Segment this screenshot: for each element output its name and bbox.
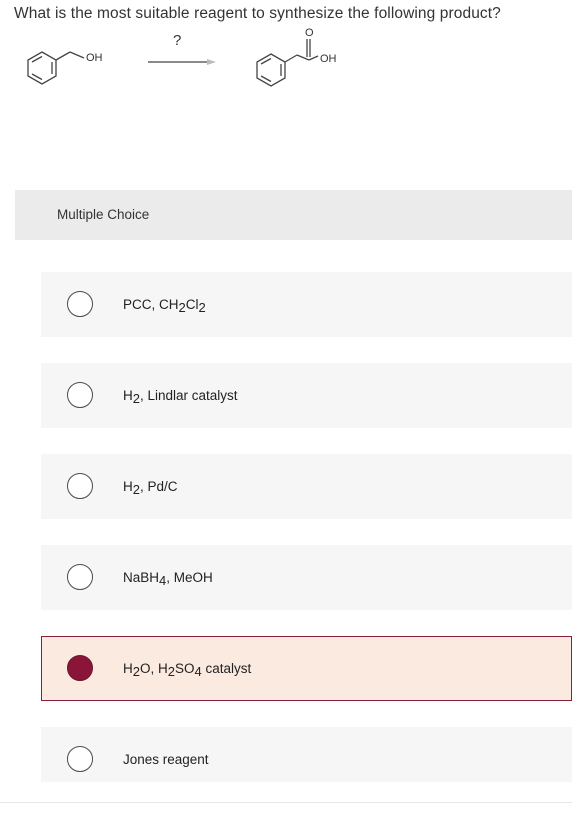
- choice-label: H2, Pd/C: [123, 479, 178, 497]
- radio-button[interactable]: [67, 564, 93, 590]
- choice-option-1[interactable]: PCC, CH2Cl2: [41, 272, 572, 337]
- divider: [0, 802, 572, 803]
- choice-label: NaBH4, MeOH: [123, 570, 213, 588]
- choice-label: Jones reagent: [123, 752, 209, 767]
- choice-label: H2, Lindlar catalyst: [123, 388, 238, 406]
- question-text: What is the most suitable reagent to syn…: [14, 5, 501, 22]
- radio-button[interactable]: [67, 655, 93, 681]
- reaction-scheme: OH ? O OH: [0, 22, 572, 102]
- reactant-structure: [27, 51, 85, 85]
- radio-button[interactable]: [67, 382, 93, 408]
- radio-button[interactable]: [67, 473, 93, 499]
- reagent-placeholder: ?: [173, 32, 181, 49]
- radio-button[interactable]: [67, 746, 93, 772]
- multiple-choice-header: Multiple Choice: [15, 190, 572, 240]
- choice-option-5[interactable]: H2O, H2SO4 catalyst: [41, 636, 572, 701]
- radio-button[interactable]: [67, 291, 93, 317]
- product-oh-label: OH: [320, 53, 337, 65]
- choice-option-4[interactable]: NaBH4, MeOH: [41, 545, 572, 610]
- reaction-arrow: [148, 59, 216, 65]
- product-structure: [256, 39, 319, 87]
- choice-option-3[interactable]: H2, Pd/C: [41, 454, 572, 519]
- product-carbonyl-o: O: [305, 27, 314, 39]
- multiple-choice-label: Multiple Choice: [57, 207, 150, 222]
- choice-option-2[interactable]: H2, Lindlar catalyst: [41, 363, 572, 428]
- choice-label: PCC, CH2Cl2: [123, 297, 206, 315]
- reactant-oh-label: OH: [86, 52, 103, 64]
- choice-label: H2O, H2SO4 catalyst: [123, 661, 252, 679]
- choice-option-6[interactable]: Jones reagent: [41, 727, 572, 782]
